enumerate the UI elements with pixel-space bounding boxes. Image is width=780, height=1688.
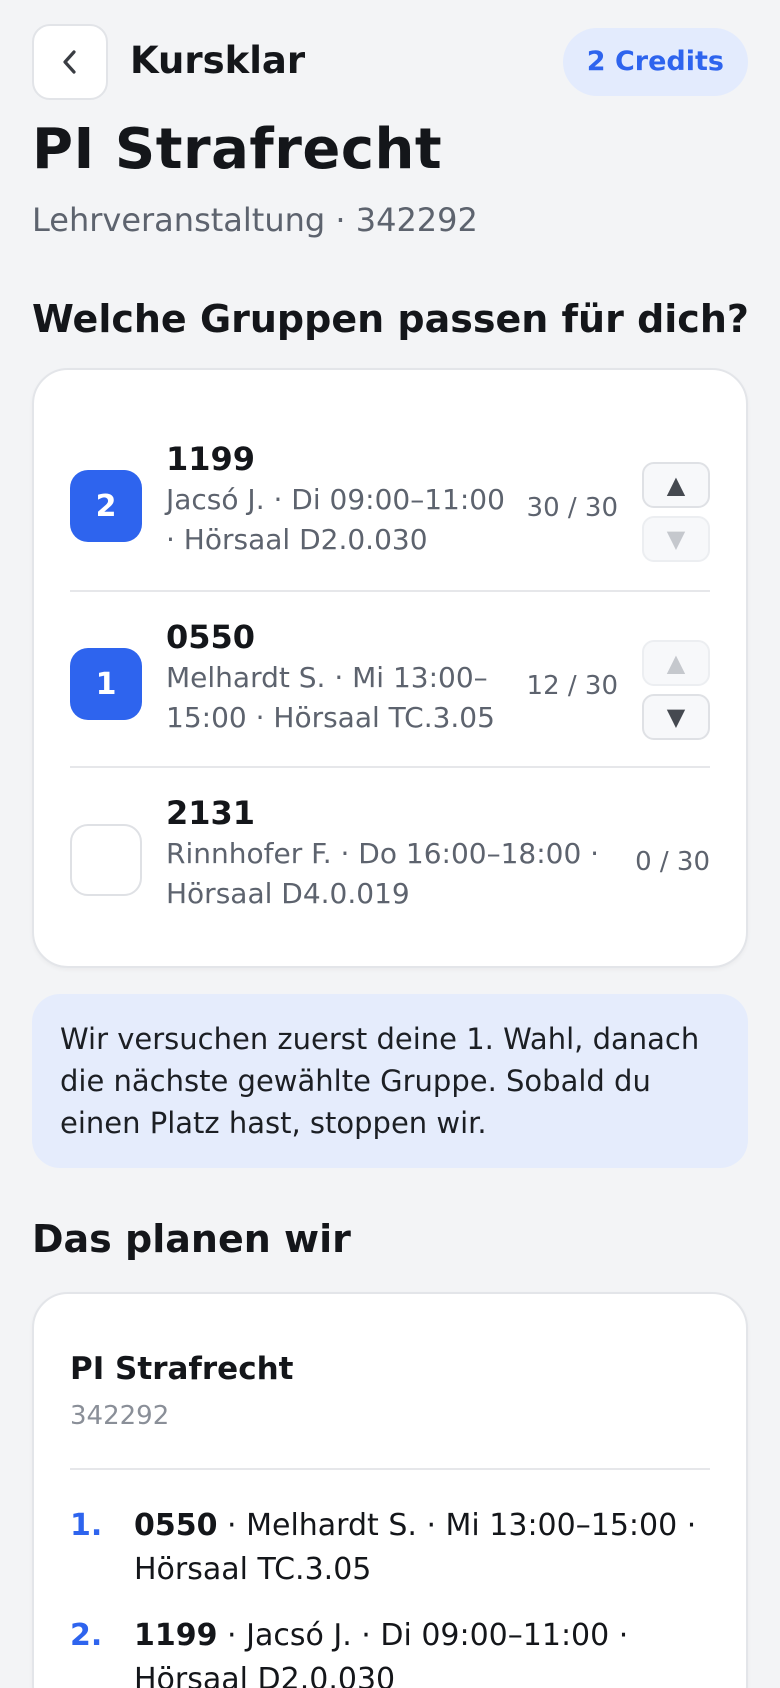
group-detail: Melhardt S. · Mi 13:00–15:00 · Hörsaal T…	[166, 661, 495, 734]
group-code: 2131	[166, 794, 256, 832]
plan-item-text: 1199 · Jacsó J. · Di 09:00–11:00 · Hörsa…	[134, 1614, 710, 1688]
plan-heading: Das planen wir	[32, 1217, 351, 1261]
reorder-controls: ▲ ▼	[642, 462, 710, 570]
group-code: 0550	[166, 618, 256, 656]
top-bar: Kursklar 2 Credits	[32, 24, 748, 100]
back-button[interactable]	[32, 24, 108, 100]
groups-card: 2 1199 Jacsó J. · Di 09:00–11:00 · Hörsa…	[32, 368, 748, 968]
rank-checkbox[interactable]	[70, 824, 142, 896]
plan-item-text: 0550 · Melhardt S. · Mi 13:00–15:00 · Hö…	[134, 1504, 710, 1592]
reorder-controls: ▲ ▼	[642, 640, 710, 748]
group-row-0550[interactable]: 1 0550 Melhardt S. · Mi 13:00–15:00 · Hö…	[70, 590, 710, 766]
group-capacity: 30 / 30	[526, 493, 618, 523]
move-up-button[interactable]: ▲	[642, 462, 710, 508]
group-capacity: 0 / 30	[635, 847, 710, 877]
plan-item-number: 1.	[70, 1508, 103, 1543]
app-title: Kursklar	[130, 39, 306, 82]
group-code: 1199	[166, 440, 256, 478]
move-down-button[interactable]: ▼	[642, 516, 710, 562]
group-row-2131[interactable]: 2131 Rinnhofer F. · Do 16:00–18:00 · Hör…	[70, 766, 710, 942]
move-down-button[interactable]: ▼	[642, 694, 710, 740]
groups-heading: Welche Gruppen passen für dich?	[32, 297, 749, 341]
plan-card: PI Strafrecht 342292 1. 0550 · Melhardt …	[32, 1292, 748, 1688]
group-detail: Jacsó J. · Di 09:00–11:00 · Hörsaal D2.0…	[166, 483, 505, 556]
plan-course-title: PI Strafrecht	[70, 1351, 294, 1387]
move-up-button[interactable]: ▲	[642, 640, 710, 686]
course-subtitle: Lehrveranstaltung · 342292	[32, 201, 478, 239]
plan-item-detail: · Melhardt S. · Mi 13:00–15:00 · Hörsaal…	[134, 1508, 697, 1587]
group-detail: Rinnhofer F. · Do 16:00–18:00 · Hörsaal …	[166, 837, 600, 910]
credits-badge[interactable]: 2 Credits	[562, 28, 748, 96]
rank-badge[interactable]: 1	[70, 648, 142, 720]
plan-course-code: 342292	[70, 1401, 170, 1431]
info-box: Wir versuchen zuerst deine 1. Wahl, dana…	[32, 994, 748, 1168]
rank-badge[interactable]: 2	[70, 470, 142, 542]
divider	[70, 1468, 710, 1470]
chevron-left-icon	[63, 50, 76, 74]
page-title: PI Strafrecht	[32, 117, 443, 182]
plan-item-number: 2.	[70, 1618, 103, 1653]
group-capacity: 12 / 30	[526, 671, 618, 701]
plan-item-code: 0550	[134, 1508, 218, 1543]
group-row-1199[interactable]: 2 1199 Jacsó J. · Di 09:00–11:00 · Hörsa…	[70, 414, 710, 590]
plan-item-code: 1199	[134, 1618, 218, 1653]
